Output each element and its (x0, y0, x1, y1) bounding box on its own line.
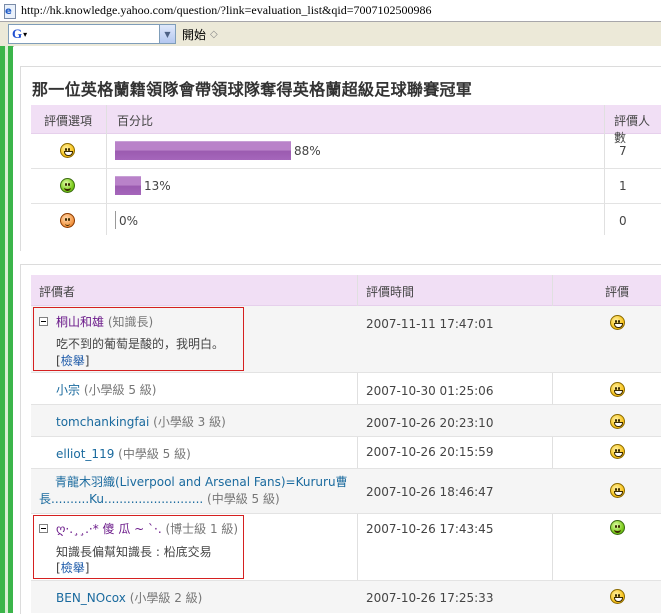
summary-header: 評價選項 百分比 評價人數 (31, 105, 661, 145)
evaluator-name[interactable]: elliot_119 (56, 447, 114, 461)
summary-row: 13% 1 (31, 169, 661, 204)
left-border-decoration (0, 46, 13, 613)
report-label[interactable]: 檢舉 (61, 561, 85, 575)
address-bar[interactable]: e http://hk.knowledge.yahoo.com/question… (0, 0, 661, 22)
happy-face-icon (610, 315, 625, 330)
collapse-icon[interactable] (39, 317, 48, 326)
percent-bar (115, 141, 291, 160)
google-toolbar: G ▾ ▼ 開始 ◇ (0, 22, 661, 47)
evaluator-name-line: elliot_119 (中學級 5 級) (56, 445, 191, 462)
evaluator-name-line: ღ·.¸¸.·* 傻 瓜 ~ `·. (博士級 1 級) (56, 520, 238, 537)
evaluator-rank: (小學級 2 級) (129, 591, 203, 605)
neutral-face-icon (60, 213, 75, 228)
evaluation-time: 2007-10-26 17:43:45 (366, 522, 494, 536)
evaluator-name-line: BEN_NOcox (小學級 2 級) (56, 589, 202, 606)
evaluators-header: 評價者 評價時間 評價 (31, 275, 661, 306)
percent-label: 0% (119, 214, 139, 228)
happy-face-icon (610, 483, 625, 498)
collapse-icon[interactable] (39, 524, 48, 533)
count-value: 7 (619, 144, 627, 158)
evaluator-name-line: 桐山和雄 (知識長) (56, 313, 153, 330)
summary-row: 0% 0 (31, 204, 661, 238)
evaluator-name[interactable]: tomchankingfai (56, 415, 149, 429)
evaluation-time: 2007-10-26 18:46:47 (366, 485, 494, 499)
google-logo-icon[interactable]: G (12, 26, 22, 42)
percent-label: 88% (294, 144, 321, 158)
evaluation-time: 2007-10-26 20:23:10 (366, 416, 494, 430)
happy-face-icon (60, 143, 75, 158)
summary-row: 88% 7 (31, 134, 661, 169)
page-icon: e (3, 3, 17, 19)
happy-face-icon (610, 414, 625, 429)
count-value: 0 (619, 214, 627, 228)
header-option: 評價選項 (44, 114, 93, 128)
evaluator-name-line: 小宗 (小學級 5 級) (56, 381, 156, 398)
evaluator-rank: (中學級 5 級) (207, 492, 280, 506)
percent-bar (115, 211, 116, 229)
evaluator-name[interactable]: 小宗 (56, 383, 80, 397)
page-content: 那一位英格蘭籍領隊會帶領球隊奪得英格蘭超級足球聯賽冠軍 評價選項 百分比 評價人… (14, 46, 661, 614)
evaluator-rank: (博士級 1 級) (165, 522, 239, 536)
evaluation-time: 2007-10-26 17:25:33 (366, 591, 494, 605)
evaluator-name-line: 長..........Ku.......................... … (39, 490, 280, 507)
evaluator-name[interactable]: BEN_NOcox (56, 591, 126, 605)
evaluation-time: 2007-11-11 17:47:01 (366, 317, 494, 331)
google-search-input[interactable] (27, 27, 175, 41)
evaluator-comment: 吃不到的葡萄是酸的，我明白。 (56, 337, 225, 351)
happy-face-icon (610, 589, 625, 604)
evaluator-rank: (中學級 5 級) (118, 447, 191, 461)
search-history-dropdown-icon[interactable]: ▼ (159, 25, 175, 43)
evaluator-comment: 知識長偏幫知識長 : 柗底交易 (56, 545, 212, 559)
google-search-box[interactable]: G ▾ ▼ (8, 24, 176, 44)
header-rating: 評價 (605, 285, 630, 299)
smile-face-icon (610, 520, 625, 535)
percent-label: 13% (144, 179, 171, 193)
toolbar-more-icon[interactable]: ◇ (210, 29, 218, 40)
evaluator-rank: (知識長) (107, 315, 154, 329)
evaluator-name-continued[interactable]: 長..........Ku.......................... (39, 492, 203, 506)
smile-face-icon (60, 178, 75, 193)
header-evaluator: 評價者 (39, 285, 76, 299)
evaluator-name[interactable]: 青龍木羽織(Liverpool and Arsenal Fans)=Kururu… (55, 475, 348, 489)
evaluator-name-line: 青龍木羽織(Liverpool and Arsenal Fans)=Kururu… (39, 473, 348, 490)
evaluation-time: 2007-10-30 01:25:06 (366, 384, 494, 398)
evaluator-rank: (小學級 3 級) (153, 415, 226, 429)
evaluator-rank: (小學級 5 級) (83, 383, 157, 397)
search-go-button[interactable]: 開始 (182, 26, 206, 43)
report-link[interactable]: [檢舉] (56, 352, 89, 369)
address-url[interactable]: http://hk.knowledge.yahoo.com/question/?… (21, 3, 432, 18)
report-label[interactable]: 檢舉 (61, 354, 85, 368)
evaluator-name[interactable]: ღ·.¸¸.·* 傻 瓜 ~ `·. (56, 522, 162, 536)
percent-bar (115, 176, 141, 195)
count-value: 1 (619, 179, 627, 193)
happy-face-icon (610, 382, 625, 397)
header-percent: 百分比 (117, 114, 154, 128)
happy-face-icon (610, 444, 625, 459)
report-link[interactable]: [檢舉] (56, 559, 89, 576)
header-time: 評價時間 (366, 285, 415, 299)
evaluator-name-line: tomchankingfai (小學級 3 級) (56, 413, 226, 430)
question-title: 那一位英格蘭籍領隊會帶領球隊奪得英格蘭超級足球聯賽冠軍 (32, 80, 473, 99)
evaluation-time: 2007-10-26 20:15:59 (366, 445, 494, 459)
evaluator-name[interactable]: 桐山和雄 (56, 315, 104, 329)
